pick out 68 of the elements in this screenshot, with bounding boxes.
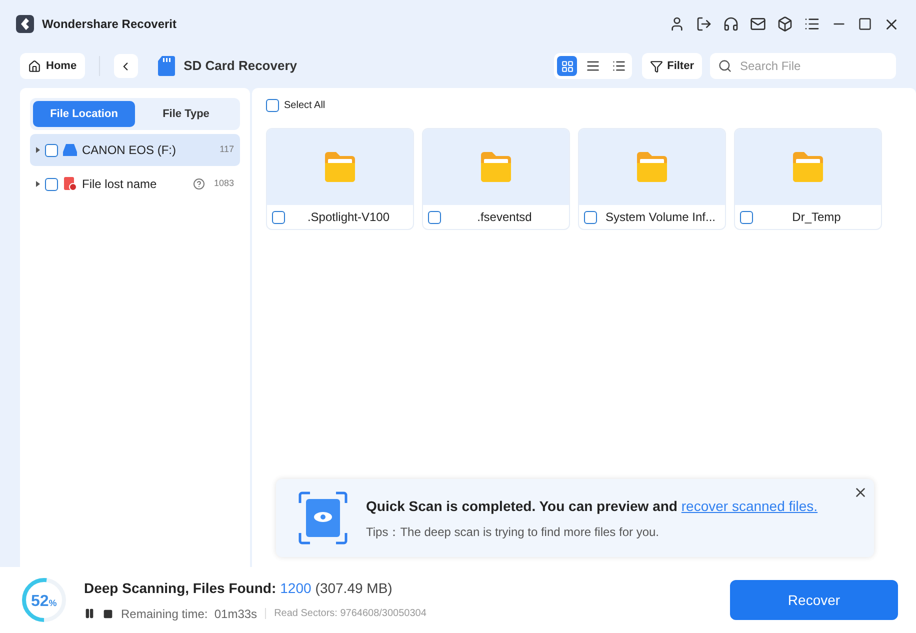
maximize-icon[interactable]	[858, 17, 872, 31]
search-icon	[718, 59, 732, 73]
pause-icon[interactable]	[84, 608, 95, 619]
select-all-label: Select All	[284, 99, 326, 113]
folder-card[interactable]: Dr_Temp	[734, 128, 882, 230]
home-button[interactable]: Home	[20, 53, 85, 79]
checkbox[interactable]	[266, 99, 279, 112]
close-icon[interactable]	[853, 485, 868, 500]
drive-icon	[63, 144, 77, 156]
checkbox[interactable]	[428, 210, 441, 224]
menu-icon[interactable]	[804, 16, 820, 32]
item-name: File lost name	[82, 176, 157, 193]
folder-card[interactable]: System Volume Inf...	[578, 128, 726, 230]
mail-icon[interactable]	[750, 16, 766, 32]
list-view-icon	[612, 59, 626, 73]
filter-button[interactable]: Filter	[642, 53, 702, 79]
checkbox[interactable]	[740, 210, 753, 224]
export-icon[interactable]	[696, 16, 712, 32]
cube-icon[interactable]	[777, 16, 793, 32]
item-count: 1083	[214, 177, 234, 190]
folder-name: .fseventsd	[476, 209, 533, 226]
item-count: 117	[220, 143, 234, 156]
checkbox[interactable]	[45, 144, 58, 156]
item-name: CANON EOS (F:)	[82, 142, 176, 159]
sd-card-icon	[158, 56, 175, 76]
remaining-time: Remaining time: 01m33s	[121, 606, 258, 622]
tab[interactable]: File Type	[135, 101, 237, 127]
folder-icon	[635, 151, 669, 183]
help-icon[interactable]	[192, 178, 205, 190]
checkbox[interactable]	[272, 210, 285, 224]
folder-name: Dr_Temp	[791, 209, 842, 226]
tree-item[interactable]: CANON EOS (F:) 117	[30, 134, 240, 166]
home-icon	[28, 60, 41, 72]
headset-icon[interactable]	[723, 16, 739, 32]
app-logo-icon	[16, 15, 34, 33]
read-sectors: Read Sectors: 9764608/30050304	[274, 607, 426, 621]
file-warning-icon	[63, 177, 77, 191]
checkbox[interactable]	[45, 178, 58, 190]
tip-text: Tips：The deep scan is trying to find more files for you.	[366, 524, 660, 540]
notification-message: Quick Scan is completed. You can preview and recover scanned files.	[366, 496, 818, 516]
stop-icon[interactable]	[103, 608, 113, 618]
account-icon[interactable]	[669, 16, 685, 32]
view-toggle-button[interactable]	[557, 56, 578, 76]
expand-icon[interactable]	[36, 181, 40, 187]
folder-icon	[791, 151, 825, 183]
folder-icon	[479, 151, 513, 183]
tab[interactable]: File Location	[33, 101, 135, 127]
window-title: Wondershare Recoverit	[42, 16, 176, 33]
folder-icon	[323, 151, 357, 183]
grid-view-icon	[560, 60, 574, 72]
recover-link[interactable]: recover scanned files.	[681, 498, 818, 514]
tree-item[interactable]: File lost name 1083	[30, 168, 240, 200]
folder-name: System Volume Inf...	[604, 209, 717, 226]
folder-card[interactable]: .Spotlight-V100	[266, 128, 414, 230]
preview-eye-icon	[298, 491, 348, 545]
filter-icon	[650, 60, 664, 72]
scan-status-label: Deep Scanning, Files Found:	[84, 578, 276, 598]
progress-percent: 52%	[31, 592, 57, 612]
files-size: (307.49 MB)	[315, 578, 392, 598]
recover-button[interactable]: Recover	[730, 580, 898, 620]
location-title: SD Card Recovery	[184, 57, 298, 76]
checkbox[interactable]	[584, 210, 597, 224]
detail-view-icon	[586, 59, 600, 73]
expand-icon[interactable]	[36, 147, 40, 153]
search-field[interactable]: Search File	[710, 53, 896, 79]
files-found-count: 1200	[280, 578, 312, 598]
folder-name: .Spotlight-V100	[306, 209, 391, 226]
folder-card[interactable]: .fseventsd	[422, 128, 570, 230]
